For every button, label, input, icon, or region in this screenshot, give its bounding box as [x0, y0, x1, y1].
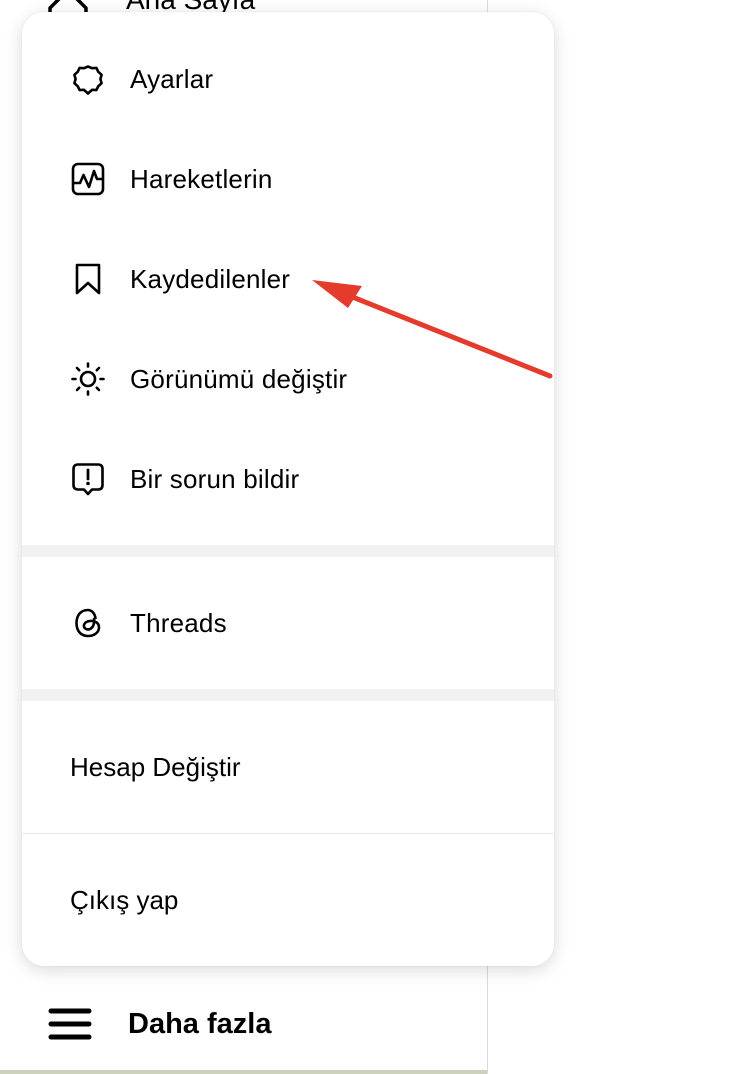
switch-account-button[interactable]: Hesap Değiştir	[22, 701, 554, 833]
bookmark-icon	[70, 261, 106, 297]
screen: Ana Sayfa Ayarlar Hareketlerin	[0, 0, 744, 1074]
section-separator	[22, 689, 554, 701]
menu-item-threads[interactable]: Threads	[22, 573, 554, 673]
hamburger-menu-icon	[48, 1008, 92, 1040]
menu-item-report-problem-label: Bir sorun bildir	[130, 463, 300, 494]
activity-chart-icon	[70, 161, 106, 197]
more-options-menu: Ayarlar Hareketlerin Kaydedilenler Görün…	[22, 12, 554, 966]
sidebar-item-more-label: Daha fazla	[128, 1007, 272, 1040]
threads-logo-icon	[70, 605, 106, 641]
menu-item-settings[interactable]: Ayarlar	[22, 29, 554, 129]
menu-item-settings-label: Ayarlar	[130, 63, 214, 94]
menu-item-activity-label: Hareketlerin	[130, 163, 273, 194]
bottom-edge-strip	[0, 1070, 487, 1074]
logout-button[interactable]: Çıkış yap	[22, 834, 554, 966]
sidebar-item-more[interactable]: Daha fazla	[48, 998, 271, 1050]
section-separator	[22, 545, 554, 557]
switch-account-label: Hesap Değiştir	[70, 751, 241, 782]
menu-item-report-problem[interactable]: Bir sorun bildir	[22, 429, 554, 529]
settings-gear-icon	[70, 61, 106, 97]
menu-item-activity[interactable]: Hareketlerin	[22, 129, 554, 229]
menu-item-switch-appearance-label: Görünümü değiştir	[130, 363, 348, 394]
logout-label: Çıkış yap	[70, 884, 179, 915]
sun-appearance-icon	[70, 361, 106, 397]
menu-item-switch-appearance[interactable]: Görünümü değiştir	[22, 329, 554, 429]
report-problem-icon	[70, 461, 106, 497]
menu-item-saved-label: Kaydedilenler	[130, 263, 291, 294]
menu-item-threads-label: Threads	[130, 607, 227, 638]
menu-item-saved[interactable]: Kaydedilenler	[22, 229, 554, 329]
